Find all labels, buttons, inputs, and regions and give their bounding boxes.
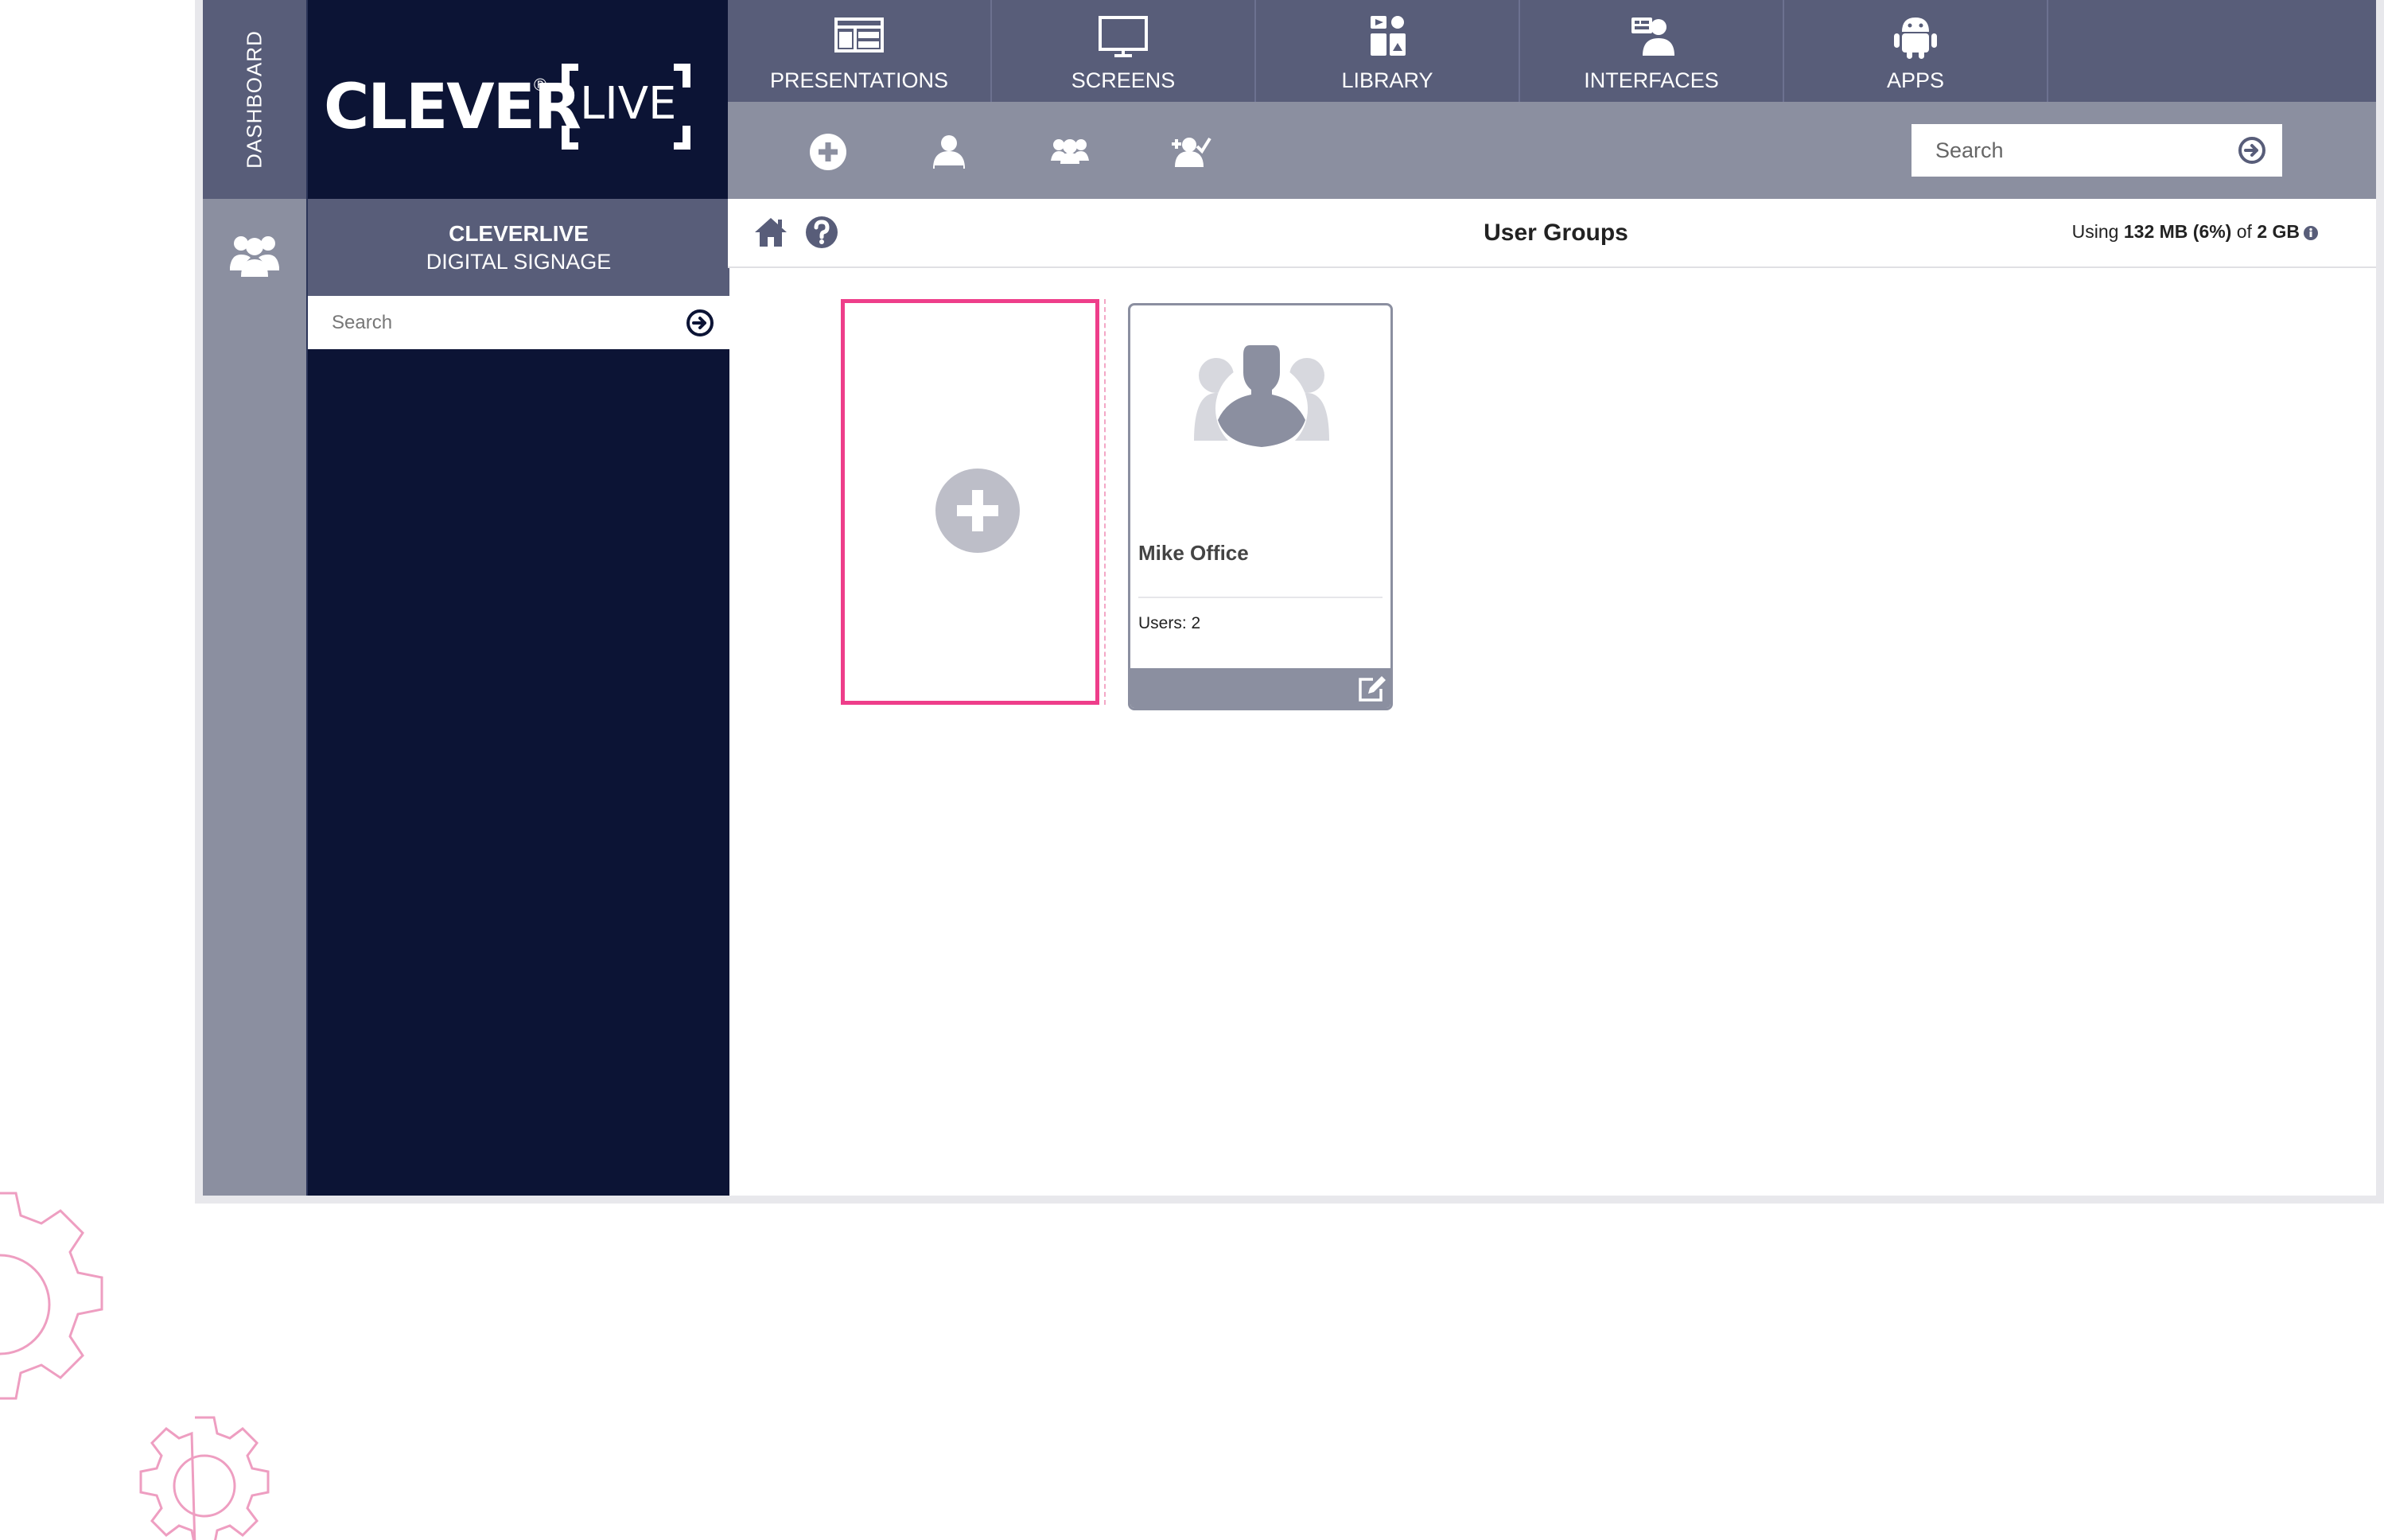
card-divider xyxy=(1138,597,1383,598)
usage-mid: of xyxy=(2231,221,2258,242)
arrow-right-circle-icon[interactable] xyxy=(686,309,714,337)
group-name: Mike Office xyxy=(1138,541,1249,565)
gear-small-decoration-icon xyxy=(139,1416,270,1540)
user-group-icon[interactable] xyxy=(1049,132,1091,172)
add-circle-icon[interactable] xyxy=(807,132,849,172)
interface-user-icon xyxy=(1631,18,1674,56)
app-window: DASHBOARD CLEVER ® LIVE CLEVERLIVE DIGIT… xyxy=(195,0,2384,1204)
cleverlive-logo: CLEVER ® LIVE xyxy=(324,64,714,159)
top-navigation: PRESENTATIONS SCREENS LIBRARY INTERFACES… xyxy=(728,0,2376,102)
info-icon[interactable] xyxy=(2303,225,2319,241)
usage-amount: 132 MB (6%) xyxy=(2123,221,2232,242)
group-user-count: Users: 2 xyxy=(1138,614,1200,633)
nav-screens[interactable]: SCREENS xyxy=(992,0,1256,102)
usage-total: 2 GB xyxy=(2257,221,2300,242)
card-footer xyxy=(1130,668,1390,708)
group-users-label: Users: xyxy=(1138,614,1192,632)
usage-prefix: Using xyxy=(2071,221,2124,242)
sidebar-search xyxy=(308,296,729,349)
gear-decoration-icon xyxy=(0,1192,103,1400)
sidebar-title: CLEVERLIVE xyxy=(449,221,589,246)
card-drop-guide xyxy=(1098,299,1106,705)
presentation-icon xyxy=(834,18,884,52)
user-group-avatar-icon xyxy=(1194,345,1329,455)
sidebar-header: CLEVERLIVE DIGITAL SIGNAGE xyxy=(308,199,729,296)
user-add-icon[interactable] xyxy=(1170,132,1211,172)
nav-library-label: LIBRARY xyxy=(1341,68,1433,92)
nav-library[interactable]: LIBRARY xyxy=(1256,0,1520,102)
nav-presentations[interactable]: PRESENTATIONS xyxy=(728,0,992,102)
monitor-icon xyxy=(1099,16,1148,57)
edit-icon[interactable] xyxy=(1357,675,1387,703)
nav-apps[interactable]: APPS xyxy=(1784,0,2048,102)
nav-screens-label: SCREENS xyxy=(1071,68,1176,92)
add-user-group-card[interactable] xyxy=(841,299,1099,705)
top-search xyxy=(1911,124,2282,177)
android-icon xyxy=(1894,18,1937,59)
content-header: User Groups Using 132 MB (6%) of 2 GB xyxy=(728,199,2376,268)
dashboard-label: DASHBOARD xyxy=(242,30,266,169)
nav-interfaces[interactable]: INTERFACES xyxy=(1520,0,1784,102)
nav-apps-label: APPS xyxy=(1886,68,1945,92)
arrow-right-circle-icon[interactable] xyxy=(2238,136,2266,165)
toolbar xyxy=(728,102,2376,199)
sidebar-subtitle: DIGITAL SIGNAGE xyxy=(426,250,612,274)
users-icon[interactable] xyxy=(228,232,281,277)
group-users-count: 2 xyxy=(1191,614,1201,632)
user-group-card[interactable]: Mike Office Users: 2 xyxy=(1128,303,1393,710)
user-icon[interactable] xyxy=(928,132,970,172)
media-library-icon xyxy=(1371,16,1406,56)
dashboard-tab[interactable]: DASHBOARD xyxy=(203,0,306,199)
storage-usage: Using 132 MB (6%) of 2 GB xyxy=(2072,221,2319,243)
logo-live-text: LIVE xyxy=(580,78,677,130)
plus-circle-icon xyxy=(935,469,1020,553)
nav-presentations-label: PRESENTATIONS xyxy=(769,68,949,92)
top-search-input[interactable] xyxy=(1911,124,2230,177)
sidebar-search-input[interactable] xyxy=(308,296,682,349)
logo-registered-mark: ® xyxy=(534,75,547,95)
sidebar: CLEVER ® LIVE CLEVERLIVE DIGITAL SIGNAGE xyxy=(306,0,729,1196)
nav-interfaces-label: INTERFACES xyxy=(1584,68,1719,92)
